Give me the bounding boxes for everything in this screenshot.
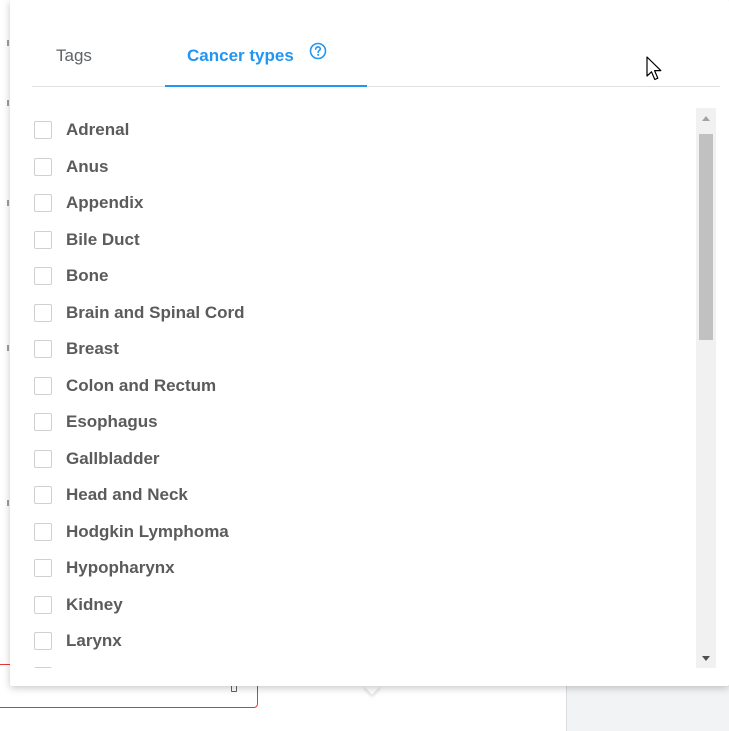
checkbox[interactable] [34, 667, 52, 668]
cancer-type-option[interactable]: Gallbladder [34, 444, 434, 474]
cancer-type-label: Head and Neck [66, 485, 188, 504]
cancer-type-option[interactable]: Colon and Rectum [34, 371, 434, 401]
checkbox[interactable] [34, 559, 52, 577]
cancer-type-option[interactable]: Kidney [34, 590, 434, 620]
filter-tabs: Tags Cancer types [32, 28, 720, 87]
cancer-type-label: Anus [66, 156, 109, 176]
scroll-down-arrow-icon[interactable] [696, 648, 716, 668]
page: Tags Cancer types Adrenal Anus Appendix … [0, 0, 729, 731]
cancer-type-option[interactable]: Hodgkin Lymphoma [34, 517, 434, 547]
cancer-type-list: Adrenal Anus Appendix Bile Duct Bone Brain an… [32, 110, 692, 668]
checkbox[interactable] [34, 413, 52, 431]
checkbox[interactable] [34, 522, 52, 541]
cancer-type-label: Gallbladder [66, 448, 160, 468]
cancer-type-label: Brain and Spinal Cord [66, 302, 245, 322]
cancer-type-label: Hypopharynx [66, 558, 175, 577]
checkbox[interactable] [34, 303, 52, 322]
tab-tags[interactable]: Tags [32, 28, 162, 86]
tab-cancer-types-label: Cancer types [187, 46, 294, 65]
checkbox[interactable] [34, 230, 52, 249]
checkbox[interactable] [34, 449, 52, 468]
checkbox[interactable] [34, 486, 52, 504]
cancer-type-option[interactable]: Head and Neck [34, 480, 434, 510]
cancer-type-label: Appendix [66, 193, 144, 212]
background-panel [566, 680, 729, 731]
small-icon [231, 685, 237, 692]
cancer-type-label: Colon and Rectum [66, 375, 217, 395]
tab-tags-label: Tags [56, 46, 92, 65]
cancer-type-option[interactable]: Anus [34, 152, 434, 182]
cancer-type-label: Hodgkin Lymphoma [66, 521, 229, 541]
cancer-type-option[interactable]: Breast [34, 334, 434, 364]
cancer-type-label: Larynx [66, 631, 122, 650]
checkbox[interactable] [34, 194, 52, 212]
cancer-type-option[interactable]: Hypopharynx [34, 553, 434, 583]
cancer-type-label: Kidney [66, 594, 123, 614]
tab-cancer-types[interactable]: Cancer types [165, 27, 367, 87]
checkbox[interactable] [34, 157, 52, 176]
cancer-type-filter-popover: Tags Cancer types Adrenal Anus Appendix … [10, 0, 729, 686]
cancer-type-option[interactable]: Appendix [34, 188, 434, 218]
cancer-type-option[interactable]: Larynx [34, 626, 434, 656]
mouse-pointer-icon [646, 56, 664, 87]
checkbox[interactable] [34, 595, 52, 614]
background-edge [0, 0, 10, 690]
checkbox[interactable] [34, 340, 52, 358]
checkbox[interactable] [34, 632, 52, 650]
help-circle-icon[interactable] [309, 27, 327, 83]
cancer-type-option[interactable]: Bile Duct [34, 225, 434, 255]
cancer-type-option[interactable]: Bone [34, 261, 434, 291]
active-tab-indicator [165, 85, 367, 87]
cancer-type-label: Breast [66, 339, 119, 358]
cancer-type-label: Bone [66, 266, 109, 285]
scroll-up-arrow-icon[interactable] [696, 108, 716, 128]
cancer-type-label: Bile Duct [66, 229, 140, 249]
checkbox[interactable] [34, 267, 52, 285]
cancer-type-label: Esophagus [66, 412, 158, 431]
scroll-thumb[interactable] [699, 134, 713, 340]
checkbox[interactable] [34, 376, 52, 395]
cancer-type-option[interactable]: Adrenal [34, 115, 434, 145]
cancer-type-label: Adrenal [66, 120, 130, 139]
list-scrollbar[interactable] [696, 108, 716, 668]
checkbox[interactable] [34, 121, 52, 139]
cancer-type-option-partial[interactable] [34, 661, 434, 668]
cancer-type-option[interactable]: Brain and Spinal Cord [34, 298, 434, 328]
cancer-type-option[interactable]: Esophagus [34, 407, 434, 437]
